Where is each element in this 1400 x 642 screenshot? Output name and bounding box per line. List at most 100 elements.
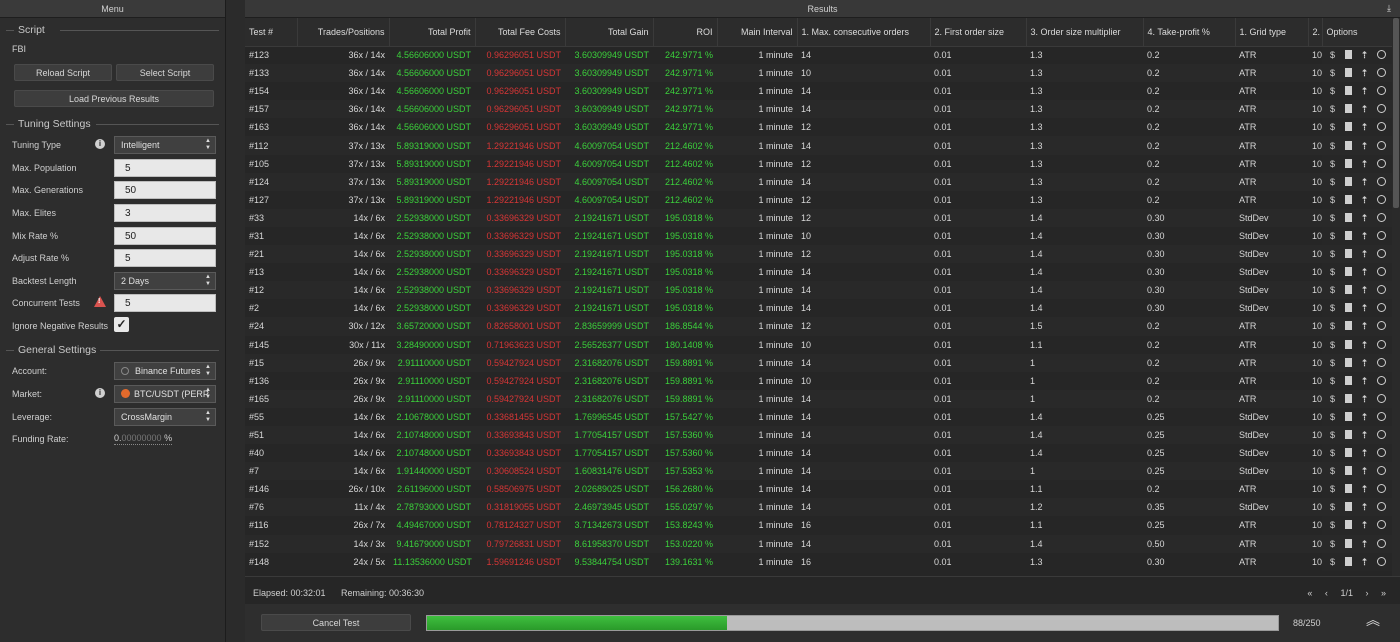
document-icon[interactable]: [1345, 538, 1352, 548]
export-icon[interactable]: ⇡: [1360, 303, 1369, 313]
document-icon[interactable]: [1345, 86, 1352, 96]
column-header[interactable]: 2. First order size: [930, 18, 1027, 47]
dollar-icon[interactable]: $: [1328, 466, 1337, 476]
user-icon[interactable]: [1377, 339, 1386, 349]
dollar-icon[interactable]: $: [1328, 68, 1337, 78]
user-icon[interactable]: [1377, 357, 1386, 367]
document-icon[interactable]: [1345, 212, 1352, 222]
user-icon[interactable]: [1377, 321, 1386, 331]
user-icon[interactable]: [1377, 176, 1386, 186]
table-row[interactable]: #116 26x / 7x 4.49467000 USDT 0.78124327 US…: [245, 516, 1392, 535]
user-icon[interactable]: [1377, 430, 1386, 440]
dollar-icon[interactable]: $: [1328, 340, 1337, 350]
document-icon[interactable]: [1345, 375, 1352, 385]
user-icon[interactable]: [1377, 249, 1386, 259]
document-icon[interactable]: [1345, 176, 1352, 186]
table-row[interactable]: #133 36x / 14x 4.56606000 USDT 0.96296051 U…: [245, 64, 1392, 83]
download-icon[interactable]: ⤓: [1387, 3, 1396, 13]
export-icon[interactable]: ⇡: [1360, 267, 1369, 277]
column-header[interactable]: 3. Order size multiplier: [1026, 18, 1144, 47]
dollar-icon[interactable]: $: [1328, 557, 1337, 567]
export-icon[interactable]: ⇡: [1360, 141, 1369, 151]
dollar-icon[interactable]: $: [1328, 159, 1337, 169]
export-icon[interactable]: ⇡: [1360, 502, 1369, 512]
document-icon[interactable]: [1345, 357, 1352, 367]
next-page-button[interactable]: ›: [1365, 588, 1368, 598]
table-row[interactable]: #40 14x / 6x 2.10748000 USDT 0.33693843 USD…: [245, 444, 1392, 463]
export-icon[interactable]: ⇡: [1360, 213, 1369, 223]
document-icon[interactable]: [1345, 466, 1352, 476]
dollar-icon[interactable]: $: [1328, 122, 1337, 132]
table-row[interactable]: #127 37x / 13x 5.89319000 USDT 1.29221946 U…: [245, 190, 1392, 209]
document-icon[interactable]: [1345, 448, 1352, 458]
dollar-icon[interactable]: $: [1328, 50, 1337, 60]
export-icon[interactable]: ⇡: [1360, 177, 1369, 187]
export-icon[interactable]: ⇡: [1360, 430, 1369, 440]
document-icon[interactable]: [1345, 267, 1352, 277]
export-icon[interactable]: ⇡: [1360, 122, 1369, 132]
table-row[interactable]: #33 14x / 6x 2.52938000 USDT 0.33696329 USD…: [245, 208, 1392, 227]
max-population-input[interactable]: 5: [114, 159, 216, 177]
user-icon[interactable]: [1377, 158, 1386, 168]
dollar-icon[interactable]: $: [1328, 358, 1337, 368]
document-icon[interactable]: [1345, 303, 1352, 313]
dollar-icon[interactable]: $: [1328, 104, 1337, 114]
table-row[interactable]: #76 11x / 4x 2.78793000 USDT 0.31819055 USD…: [245, 498, 1392, 517]
mix-rate-input[interactable]: 50: [114, 227, 216, 245]
export-icon[interactable]: ⇡: [1360, 68, 1369, 78]
user-icon[interactable]: [1377, 140, 1386, 150]
export-icon[interactable]: ⇡: [1360, 321, 1369, 331]
dollar-icon[interactable]: $: [1328, 177, 1337, 187]
column-header[interactable]: Options: [1322, 18, 1392, 47]
table-row[interactable]: #163 36x / 14x 4.56606000 USDT 0.96296051 U…: [245, 118, 1392, 137]
export-icon[interactable]: ⇡: [1360, 448, 1369, 458]
user-icon[interactable]: [1377, 484, 1386, 494]
max-elites-input[interactable]: 3: [114, 204, 216, 222]
user-icon[interactable]: [1377, 393, 1386, 403]
document-icon[interactable]: [1345, 556, 1352, 566]
user-icon[interactable]: [1377, 303, 1386, 313]
dollar-icon[interactable]: $: [1328, 249, 1337, 259]
table-row[interactable]: #7 14x / 6x 1.91440000 USDT 0.30608524 USDT…: [245, 462, 1392, 481]
document-icon[interactable]: [1345, 140, 1352, 150]
account-select[interactable]: Binance Futures ▲ ▼: [114, 362, 216, 380]
document-icon[interactable]: [1345, 249, 1352, 259]
document-icon[interactable]: [1345, 122, 1352, 132]
last-page-button[interactable]: »: [1381, 588, 1386, 598]
load-previous-results-button[interactable]: Load Previous Results: [14, 90, 214, 107]
warning-icon[interactable]: !: [94, 296, 106, 307]
table-row[interactable]: #51 14x / 6x 2.10748000 USDT 0.33693843 USD…: [245, 425, 1392, 445]
export-icon[interactable]: ⇡: [1360, 466, 1369, 476]
backtest-length-select[interactable]: 2 Days ▲ ▼: [114, 272, 216, 290]
export-icon[interactable]: ⇡: [1360, 340, 1369, 350]
funding-rate-input[interactable]: 0.00000000 %: [114, 433, 173, 445]
export-icon[interactable]: ⇡: [1360, 358, 1369, 368]
user-icon[interactable]: [1377, 104, 1386, 114]
column-header[interactable]: Test #: [245, 18, 298, 47]
user-icon[interactable]: [1377, 230, 1386, 240]
user-icon[interactable]: [1377, 194, 1386, 204]
user-icon[interactable]: [1377, 556, 1386, 566]
table-row[interactable]: #21 14x / 6x 2.52938000 USDT 0.33696329 USD…: [245, 245, 1392, 264]
table-row[interactable]: #165 26x / 9x 2.91110000 USDT 0.59427924 US…: [245, 389, 1392, 408]
export-icon[interactable]: ⇡: [1360, 249, 1369, 259]
table-row[interactable]: #136 26x / 9x 2.91110000 USDT 0.59427924 US…: [245, 371, 1392, 390]
user-icon[interactable]: [1377, 375, 1386, 385]
table-row[interactable]: #146 26x / 10x 2.61196000 USDT 0.58506975 U…: [245, 480, 1392, 499]
user-icon[interactable]: [1377, 50, 1386, 60]
market-select[interactable]: BTC/USDT (PERP ▲ ▼: [114, 385, 216, 403]
dollar-icon[interactable]: $: [1328, 430, 1337, 440]
column-header[interactable]: Total Profit: [389, 18, 476, 47]
user-icon[interactable]: [1377, 122, 1386, 132]
chevron-up-icon[interactable]: ︽: [1366, 613, 1380, 627]
document-icon[interactable]: [1345, 104, 1352, 114]
user-icon[interactable]: [1377, 411, 1386, 421]
first-page-button[interactable]: «: [1307, 588, 1312, 598]
info-icon[interactable]: i: [95, 139, 105, 149]
table-row[interactable]: #24 30x / 12x 3.65720000 USDT 0.82658001 US…: [245, 317, 1392, 336]
export-icon[interactable]: ⇡: [1360, 539, 1369, 549]
export-icon[interactable]: ⇡: [1360, 484, 1369, 494]
table-row[interactable]: #105 37x / 13x 5.89319000 USDT 1.29221946 U…: [245, 154, 1392, 173]
tuning-type-select[interactable]: Intelligent ▲ ▼: [114, 136, 216, 154]
dollar-icon[interactable]: $: [1328, 539, 1337, 549]
